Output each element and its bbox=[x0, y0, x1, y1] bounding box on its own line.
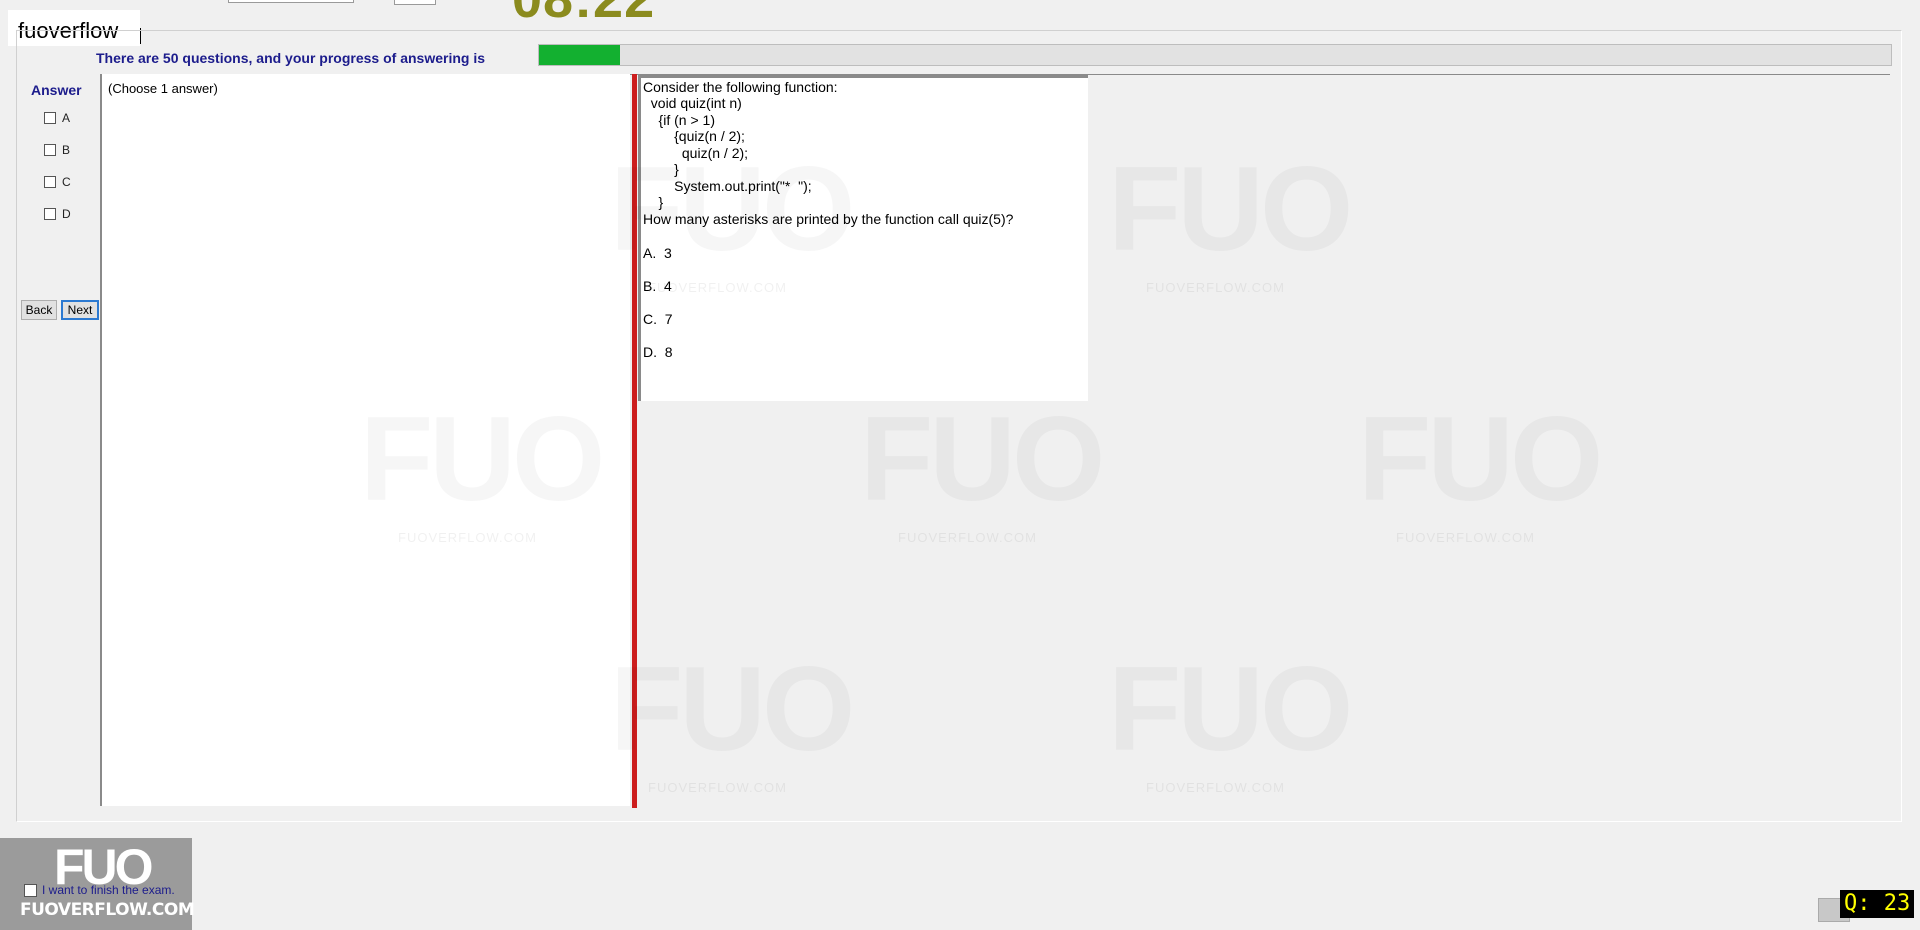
checkbox-d[interactable] bbox=[44, 208, 56, 220]
checkbox-b[interactable] bbox=[44, 144, 56, 156]
choose-hint: (Choose 1 answer) bbox=[108, 81, 218, 96]
answer-option-label: A bbox=[62, 111, 71, 125]
watermark-logo: FUO bbox=[360, 390, 601, 528]
answer-option-label: B bbox=[62, 143, 71, 157]
answer-option-c[interactable]: C bbox=[44, 175, 71, 189]
progress-bar-fill bbox=[539, 45, 621, 65]
exam-timer: 08:22 bbox=[512, 0, 655, 30]
watermark-site: FUOVERFLOW.COM bbox=[898, 530, 1037, 545]
watermark-site: FUOVERFLOW.COM bbox=[648, 280, 787, 295]
next-button[interactable]: Next bbox=[61, 300, 99, 320]
answer-title: Answer bbox=[31, 82, 82, 98]
watermark-logo: FUO bbox=[610, 640, 851, 778]
logo-text: FUOVERFLOW.COM bbox=[20, 900, 195, 920]
watermark-logo: FUO bbox=[1108, 640, 1349, 778]
question-text-line: {if (n > 1) bbox=[643, 112, 715, 128]
watermark-site: FUOVERFLOW.COM bbox=[648, 780, 787, 795]
question-text-line: Consider the following function: bbox=[643, 79, 838, 95]
watermark-site: FUOVERFLOW.COM bbox=[1146, 780, 1285, 795]
top-input-field[interactable] bbox=[228, 0, 354, 3]
progress-bar bbox=[538, 44, 1892, 66]
answer-option-label: C bbox=[62, 175, 71, 189]
answer-option-d[interactable]: D bbox=[44, 207, 71, 221]
answer-option-b[interactable]: B bbox=[44, 143, 70, 157]
choice-c: C. 7 bbox=[643, 311, 673, 327]
back-button[interactable]: Back bbox=[21, 300, 57, 320]
watermark-logo: FUO bbox=[1108, 140, 1349, 278]
checkbox-a[interactable] bbox=[44, 112, 56, 124]
watermark-logo: FUO bbox=[860, 390, 1101, 528]
watermark-logo: FUO bbox=[1358, 390, 1599, 528]
finish-exam-checkbox[interactable]: I want to finish the exam. bbox=[24, 883, 175, 897]
finish-checkbox-box[interactable] bbox=[24, 883, 37, 897]
top-small-field[interactable] bbox=[394, 0, 436, 5]
choice-d: D. 8 bbox=[643, 344, 673, 360]
checkbox-c[interactable] bbox=[44, 176, 56, 188]
watermark-site: FUOVERFLOW.COM bbox=[398, 530, 537, 545]
question-text-line: void quiz(int n) bbox=[643, 95, 742, 111]
answer-option-label: D bbox=[62, 207, 71, 221]
answer-option-a[interactable]: A bbox=[44, 111, 70, 125]
watermark-site: FUOVERFLOW.COM bbox=[1396, 530, 1535, 545]
finish-label: I want to finish the exam. bbox=[42, 883, 175, 897]
watermark-site: FUOVERFLOW.COM bbox=[1146, 280, 1285, 295]
question-counter: Q: 23 bbox=[1840, 890, 1915, 918]
watermark-logo: FUO bbox=[610, 140, 851, 278]
progress-label: There are 50 questions, and your progres… bbox=[96, 50, 485, 66]
